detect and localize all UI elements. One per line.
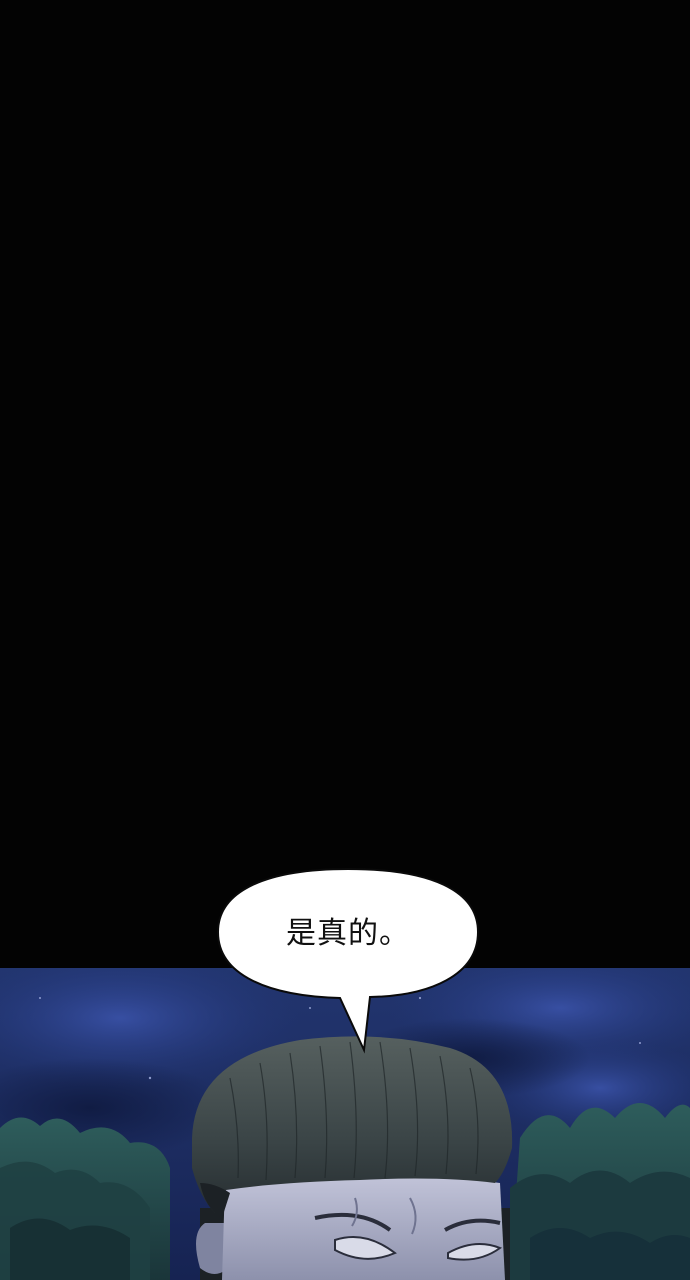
face bbox=[222, 1173, 505, 1280]
character-head bbox=[192, 1036, 513, 1280]
black-background-panel bbox=[0, 0, 690, 968]
night-scene-panel bbox=[0, 968, 690, 1280]
right-trees bbox=[510, 1103, 690, 1280]
speech-text: 是真的。 bbox=[286, 916, 410, 951]
night-scene-illustration bbox=[0, 968, 690, 1280]
